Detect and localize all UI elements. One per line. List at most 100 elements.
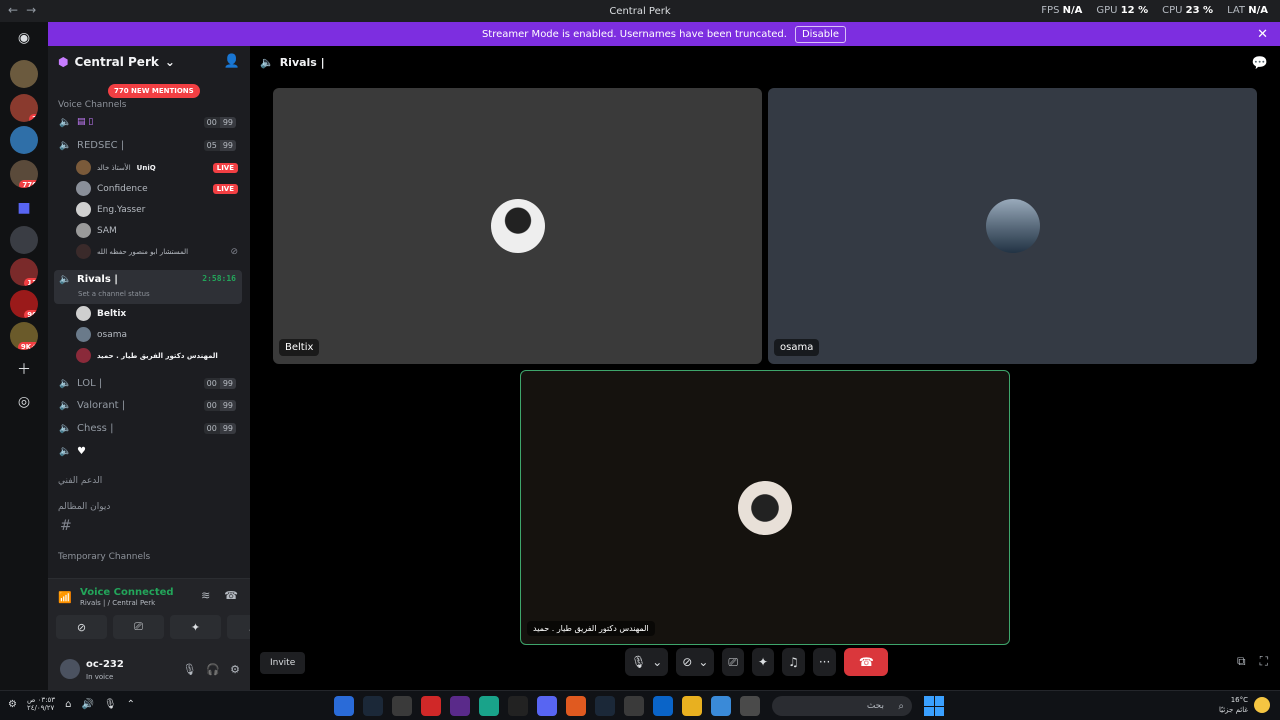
share-screen-button[interactable]: ⎚	[722, 648, 745, 676]
guild-header[interactable]: ⬢ Central Perk ⌄ 👤	[48, 46, 250, 78]
server-icon-1[interactable]	[10, 60, 38, 88]
voice-user[interactable]: المستشار ابو منصور حفظه الله ⊘	[76, 242, 242, 261]
user-name: SAM	[97, 225, 117, 236]
discover-icon[interactable]: ◎	[14, 392, 34, 412]
voice-channel-valorant[interactable]: 🔈 Valorant | 00 99	[54, 395, 242, 415]
activities-button[interactable]: ✦	[752, 648, 775, 676]
voice-user[interactable]: Eng.Yasser	[76, 200, 242, 219]
epic-icon[interactable]	[508, 696, 528, 716]
volume-icon[interactable]: 🔊	[81, 699, 93, 710]
participant-tile-hameed[interactable]: المهندس دكتور الفريق طيار . حميد	[520, 370, 1010, 645]
voice-user[interactable]: Beltix	[76, 304, 242, 323]
close-icon[interactable]: ✕	[1257, 27, 1268, 42]
app-icon-1[interactable]	[334, 696, 354, 716]
brave-icon[interactable]	[566, 696, 586, 716]
camera-off-button[interactable]: ⊘	[56, 615, 107, 639]
steam-icon[interactable]	[363, 696, 383, 716]
signal-icon[interactable]: 📶	[58, 591, 72, 604]
participant-tile-beltix[interactable]: Beltix	[273, 88, 762, 364]
new-mentions-pill[interactable]: 770 NEW MENTIONS	[108, 84, 200, 98]
disable-button[interactable]: Disable	[794, 25, 847, 43]
fullscreen-icon[interactable]: ⛶	[1260, 654, 1268, 669]
store-icon[interactable]	[624, 696, 644, 716]
app-icon-15[interactable]	[740, 696, 760, 716]
voice-channel-redsec[interactable]: 🔈 REDSEC | 05 99	[54, 135, 242, 155]
headphones-icon[interactable]: 🎧	[206, 663, 220, 676]
voice-connected-label[interactable]: Voice Connected	[80, 587, 174, 598]
server-icon-2[interactable]: 2	[10, 94, 38, 122]
voice-channel-lol[interactable]: 🔈 LOL | 00 99	[54, 373, 242, 393]
voice-connection-panel: 📶 Voice Connected Rivals | / Central Per…	[48, 578, 278, 691]
soundboard-button[interactable]: ♫	[782, 648, 805, 676]
server-icon-central-perk[interactable]: 770	[10, 160, 38, 188]
voice-user[interactable]: الأستاذ خالد UniQ LIVE	[76, 158, 242, 177]
add-member-icon[interactable]: 👤	[224, 54, 240, 69]
activities-button[interactable]: ✦	[170, 615, 221, 639]
disconnect-button[interactable]: ☎	[844, 648, 889, 676]
steam-client-icon[interactable]	[595, 696, 615, 716]
screen-share-button[interactable]: ⎚	[113, 615, 164, 639]
clock[interactable]: ٠٣:٥٣ ص ٢٤/٠٩/٢٧	[27, 696, 55, 712]
invite-button[interactable]: Invite	[260, 652, 306, 674]
camera-button[interactable]: ⊘ ⌄	[676, 648, 715, 676]
server-icon-6[interactable]: 13	[10, 258, 38, 286]
mute-button[interactable]: 🎙 ⌄	[625, 648, 669, 676]
temporary-channels-category[interactable]: Temporary Channels	[58, 552, 150, 562]
voice-channels-category[interactable]: Voice Channels	[58, 100, 126, 110]
network-icon[interactable]: ⌂	[65, 699, 71, 710]
channel-name: REDSEC |	[77, 139, 125, 151]
voice-user[interactable]: Confidence LIVE	[76, 179, 242, 198]
noise-suppression-icon[interactable]: ≋	[201, 589, 210, 602]
microphone-icon[interactable]: 🎙	[182, 663, 196, 676]
participant-tile-osama[interactable]: osama	[768, 88, 1257, 364]
voice-user[interactable]: SAM	[76, 221, 242, 240]
chevron-down-icon[interactable]: ⌄	[698, 655, 708, 669]
disconnect-icon[interactable]: ☎	[224, 589, 238, 602]
avatar	[76, 327, 91, 342]
avatar[interactable]	[60, 659, 80, 679]
user-panel: oc-232 In voice 🎙 🎧 ⚙	[48, 649, 250, 691]
call-header: 🔈 Rivals |	[260, 56, 325, 69]
add-server-icon[interactable]: ＋	[14, 360, 34, 380]
outlook-icon[interactable]	[653, 696, 673, 716]
app-icon-5[interactable]	[450, 696, 470, 716]
app-icon-4[interactable]	[421, 696, 441, 716]
username[interactable]: oc-232	[86, 659, 124, 670]
discord-home-icon[interactable]: ◉	[14, 28, 34, 48]
support-category[interactable]: الدعم الفني	[58, 476, 102, 486]
file-explorer-icon[interactable]	[682, 696, 702, 716]
speaker-icon: 🔈	[59, 445, 72, 457]
chevron-up-icon[interactable]: ⌃	[127, 699, 135, 710]
folder-icon[interactable]: ■	[14, 198, 34, 218]
chat-bubble-icon[interactable]: 💬	[1252, 56, 1268, 71]
voice-user[interactable]: المهندس دكتور الفريق طيار . حميد	[76, 346, 242, 365]
gear-icon[interactable]: ⚙	[230, 663, 240, 676]
copilot-icon[interactable]	[711, 696, 731, 716]
voice-user[interactable]: osama	[76, 325, 242, 344]
app-icon-6[interactable]	[479, 696, 499, 716]
voice-channel-hearts[interactable]: 🔈 ♥	[54, 441, 242, 461]
channel-status[interactable]: Set a channel status	[78, 290, 150, 298]
popout-icon[interactable]: ⧉	[1237, 654, 1246, 669]
discord-icon[interactable]	[537, 696, 557, 716]
more-button[interactable]: ···	[812, 648, 837, 676]
server-icon-8[interactable]: 9K+	[10, 322, 38, 350]
taskbar-search[interactable]: بحث ⌕	[772, 696, 912, 716]
app-icon-3[interactable]	[392, 696, 412, 716]
complaints-category[interactable]: ديوان المظالم	[58, 502, 110, 512]
server-icon-5[interactable]	[10, 226, 38, 254]
hang-up-icon: ☎	[858, 655, 874, 669]
hash-icon[interactable]: #	[60, 518, 72, 534]
server-icon-7[interactable]: 90	[10, 290, 38, 318]
voice-channel-rivals[interactable]: 🔈 Rivals | 2:58:16 Set a channel status	[54, 270, 242, 304]
voice-channel-chess[interactable]: 🔈 Chess | 00 99	[54, 418, 242, 438]
voice-channel-1[interactable]: 🔈 ▤ ▯ 00 99	[54, 112, 242, 132]
microphone-icon[interactable]: 🎙	[104, 699, 117, 710]
user-limit: 00 99	[203, 116, 236, 128]
windows-start-icon[interactable]	[924, 696, 944, 716]
voice-channel-path[interactable]: Rivals | / Central Perk	[80, 599, 155, 607]
server-icon-3[interactable]	[10, 126, 38, 154]
chevron-down-icon[interactable]: ⌄	[652, 655, 662, 669]
weather-widget[interactable]: 16°C غائم جزئيًا	[1219, 695, 1270, 715]
settings-icon[interactable]: ⚙	[8, 699, 17, 710]
